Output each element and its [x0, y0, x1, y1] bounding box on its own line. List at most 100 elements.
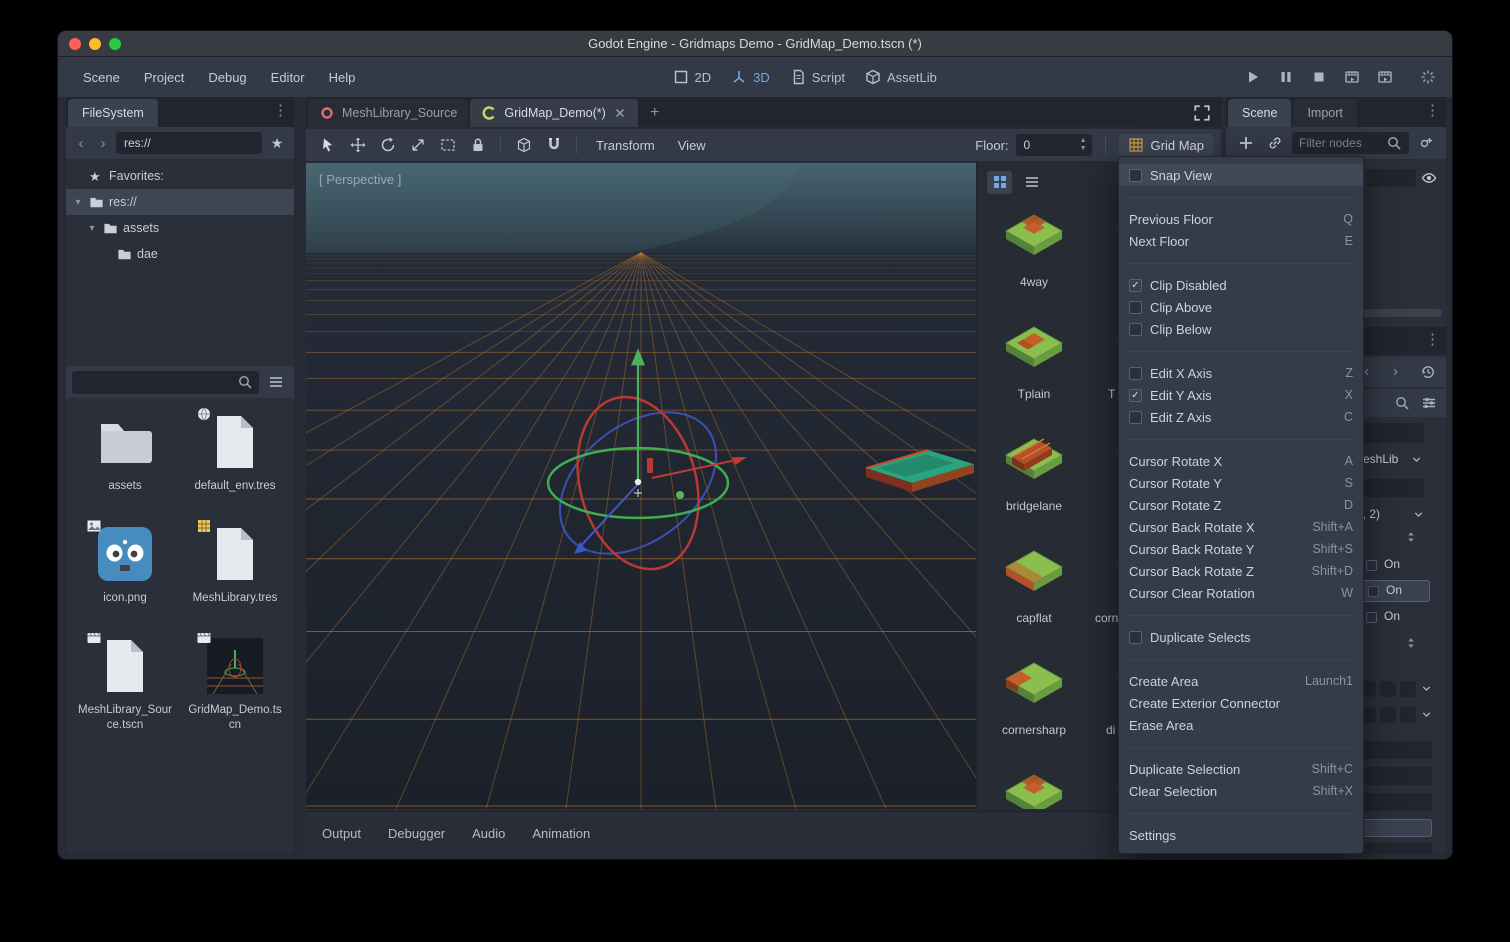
pause-button[interactable] — [1276, 67, 1296, 87]
node-options-button[interactable] — [1414, 131, 1438, 155]
file-meshlibrary-source-tscn[interactable]: MeshLibrary_Source.tscn — [70, 634, 180, 734]
local-space-toggle-button[interactable] — [510, 133, 537, 157]
bottom-tab-animation[interactable]: Animation — [532, 826, 590, 841]
gridmap-menu-snap-view[interactable]: Snap View — [1119, 164, 1363, 186]
property-cell[interactable] — [1364, 479, 1424, 497]
menu-help[interactable]: Help — [318, 65, 367, 90]
matrix-cell[interactable] — [1400, 681, 1416, 697]
viewport-menu-view[interactable]: View — [668, 138, 716, 153]
list-view-button[interactable] — [1019, 171, 1044, 194]
inspector-tools-icon[interactable] — [1421, 395, 1437, 411]
gridmap-menu-cursor-back-rotate-z[interactable]: Cursor Back Rotate ZShift+D — [1119, 560, 1363, 582]
bool-checkbox[interactable] — [1366, 612, 1377, 623]
matrix-cell[interactable] — [1400, 707, 1416, 723]
property-cell[interactable] — [1360, 843, 1432, 854]
minimize-window-button[interactable] — [89, 38, 101, 50]
gridmap-menu-clip-below[interactable]: Clip Below — [1119, 318, 1363, 340]
palette-item-tplain[interactable]: Tplain — [978, 313, 1090, 425]
palette-item-capflat[interactable]: capflat — [978, 537, 1090, 649]
bottom-tab-output[interactable]: Output — [322, 826, 361, 841]
menu-debug[interactable]: Debug — [197, 65, 257, 90]
file-assets[interactable]: assets — [70, 410, 180, 510]
inspector-forward-button[interactable]: › — [1393, 363, 1398, 380]
history-icon[interactable] — [1420, 364, 1436, 380]
bottom-tab-audio[interactable]: Audio — [472, 826, 505, 841]
search-files-input[interactable] — [72, 371, 259, 394]
palette-item-cornersharp[interactable]: cornersharp — [978, 649, 1090, 761]
bool-value[interactable]: On — [1384, 609, 1400, 623]
chevron-down-icon[interactable] — [1410, 453, 1423, 466]
distraction-free-icon[interactable] — [1193, 104, 1211, 122]
bool-checkbox[interactable] — [1368, 586, 1379, 597]
palette-item-4way[interactable]: 4way — [978, 201, 1090, 313]
chevron-down-icon[interactable] — [1420, 708, 1433, 721]
expand-arrow-icon[interactable]: ▾ — [72, 197, 84, 208]
file-default-env-tres[interactable]: default_env.tres — [180, 410, 290, 510]
stop-button[interactable] — [1309, 67, 1329, 87]
matrix-cell[interactable] — [1380, 681, 1396, 697]
gridmap-menu-clear-selection[interactable]: Clear SelectionShift+X — [1119, 780, 1363, 802]
menu-editor[interactable]: Editor — [260, 65, 316, 90]
viewport-menu-transform[interactable]: Transform — [586, 138, 665, 153]
file-list-display-mode-button[interactable] — [264, 370, 288, 394]
dock-options-icon[interactable]: ⋮ — [1425, 103, 1440, 119]
dock-options-icon[interactable]: ⋮ — [273, 103, 288, 119]
editor-switch-script[interactable]: Script — [790, 69, 845, 85]
spinner-updown-icon[interactable] — [1404, 529, 1418, 545]
tab-filesystem[interactable]: FileSystem — [68, 99, 158, 127]
gridmap-menu-previous-floor[interactable]: Previous FloorQ — [1119, 208, 1363, 230]
tree-item-dae[interactable]: dae — [66, 241, 294, 267]
property-cell[interactable] — [1360, 793, 1432, 811]
property-cell[interactable] — [1360, 741, 1432, 759]
matrix-cell[interactable] — [1380, 707, 1396, 723]
file-icon-png[interactable]: icon.png — [70, 522, 180, 622]
list-select-mode-button[interactable] — [434, 133, 461, 157]
history-forward-button[interactable]: › — [94, 135, 112, 152]
scene-tree-root-field[interactable] — [1366, 169, 1416, 187]
inspector-search-icon[interactable] — [1394, 395, 1410, 411]
rotate-mode-button[interactable] — [374, 133, 401, 157]
gridmap-menu-cursor-back-rotate-y[interactable]: Cursor Back Rotate YShift+S — [1119, 538, 1363, 560]
gridmap-menu-clip-above[interactable]: Clip Above — [1119, 296, 1363, 318]
tree-item-assets[interactable]: ▾assets — [66, 215, 294, 241]
history-back-button[interactable]: ‹ — [72, 135, 90, 152]
3d-viewport[interactable]: [ Perspective ] — [306, 163, 976, 809]
snap-toggle-button[interactable] — [540, 133, 567, 157]
bool-checkbox[interactable] — [1366, 560, 1377, 571]
spinner-updown-icon[interactable] — [1404, 635, 1418, 651]
play-scene-button[interactable] — [1342, 67, 1362, 87]
thumbnail-view-button[interactable] — [987, 171, 1012, 194]
gridmap-menu-next-floor[interactable]: Next FloorE — [1119, 230, 1363, 252]
palette-item-bridgelane[interactable]: bridgelane — [978, 425, 1090, 537]
play-button[interactable] — [1243, 67, 1263, 87]
new-scene-tab-button[interactable]: + — [644, 102, 666, 124]
gridmap-menu-edit-x-axis[interactable]: Edit X AxisZ — [1119, 362, 1363, 384]
menu-project[interactable]: Project — [133, 65, 195, 90]
gridmap-menu-cursor-rotate-y[interactable]: Cursor Rotate YS — [1119, 472, 1363, 494]
property-cell[interactable] — [1360, 767, 1432, 785]
gridmap-menu-clip-disabled[interactable]: ✓Clip Disabled — [1119, 274, 1363, 296]
spinbox-arrows-icon[interactable]: ▲▼ — [1080, 137, 1087, 152]
gridmap-menu-create-area[interactable]: Create AreaLaunch1 — [1119, 670, 1363, 692]
play-custom-scene-button[interactable] — [1375, 67, 1395, 87]
gridmap-menu-duplicate-selection[interactable]: Duplicate SelectionShift+C — [1119, 758, 1363, 780]
current-path-field[interactable]: res:// — [116, 132, 262, 154]
floor-spinbox[interactable]: 0 ▲▼ — [1016, 134, 1092, 156]
gridmap-menu-cursor-rotate-x[interactable]: Cursor Rotate XA — [1119, 450, 1363, 472]
gridmap-menu-duplicate-selects[interactable]: Duplicate Selects — [1119, 626, 1363, 648]
gridmap-menu-cursor-back-rotate-x[interactable]: Cursor Back Rotate XShift+A — [1119, 516, 1363, 538]
tree-item-res[interactable]: ▾res:// — [66, 189, 294, 215]
gridmap-menu-erase-area[interactable]: Erase Area — [1119, 714, 1363, 736]
inspector-back-button[interactable]: ‹ — [1364, 363, 1369, 380]
close-tab-icon[interactable] — [613, 106, 627, 120]
menu-scene[interactable]: Scene — [72, 65, 131, 90]
tree-item-favorites[interactable]: ★Favorites: — [66, 163, 294, 189]
palette-item[interactable] — [978, 761, 1090, 809]
zoom-window-button[interactable] — [109, 38, 121, 50]
scale-mode-button[interactable] — [404, 133, 431, 157]
update-spinner-button[interactable] — [1418, 67, 1438, 87]
file-meshlibrary-tres[interactable]: MeshLibrary.tres — [180, 522, 290, 622]
filter-nodes-input[interactable]: Filter nodes — [1292, 132, 1409, 154]
perspective-label[interactable]: [ Perspective ] — [319, 172, 401, 187]
favorite-toggle-icon[interactable]: ★ — [266, 135, 288, 152]
